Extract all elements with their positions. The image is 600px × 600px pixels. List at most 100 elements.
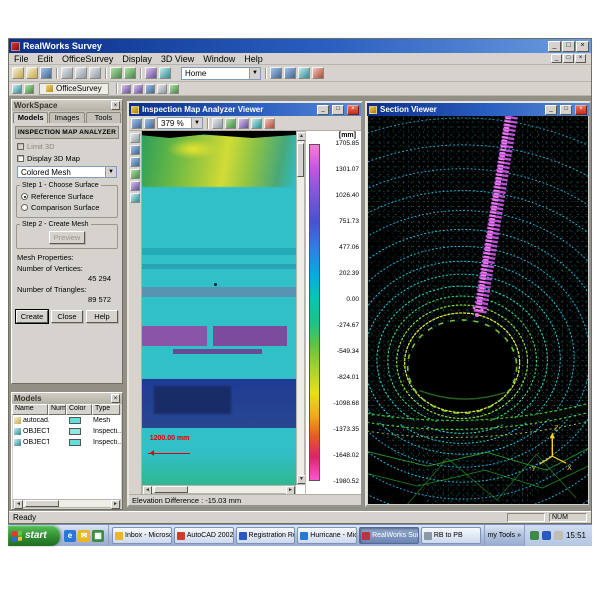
map-viewer-titlebar[interactable]: Inspection Map Analyzer Viewer _ □ × [129, 103, 361, 116]
close-button[interactable]: Close [51, 310, 83, 323]
taskbar-item-inbox[interactable]: Inbox - Microsof... [112, 527, 172, 544]
label-tool-icon[interactable] [130, 181, 140, 191]
models-panel-titlebar[interactable]: Models × [12, 393, 122, 404]
minimize-icon[interactable]: _ [545, 105, 557, 115]
tab-images[interactable]: Images [49, 112, 84, 123]
maximize-icon[interactable]: □ [562, 41, 575, 52]
column-num[interactable]: Num... [48, 404, 66, 415]
menu-help[interactable]: Help [244, 54, 263, 64]
home-combo[interactable]: Home ▼ [181, 67, 261, 80]
taskbar-item-hurricane[interactable]: Hurricane - Micro... [297, 527, 357, 544]
internet-explorer-icon[interactable]: e [64, 530, 76, 542]
pan-tool-icon[interactable] [130, 145, 140, 155]
select-tool-icon[interactable] [130, 133, 140, 143]
open-icon[interactable] [26, 67, 38, 79]
maximize-icon[interactable]: □ [332, 105, 344, 115]
undo-icon[interactable] [110, 67, 122, 79]
close-icon[interactable]: × [347, 105, 359, 115]
vertical-scrollbar[interactable]: ▲ ▼ [296, 131, 305, 485]
save-icon[interactable] [40, 67, 52, 79]
chevron-down-icon[interactable]: ▼ [105, 167, 116, 177]
create-button[interactable]: Create [16, 310, 48, 323]
start-button[interactable]: start [8, 525, 60, 546]
close-icon[interactable]: × [576, 41, 589, 52]
tray-icon[interactable] [542, 531, 551, 540]
survey-icon[interactable] [24, 84, 34, 94]
scrollbar-thumb[interactable] [154, 486, 188, 493]
inspection-heatmap[interactable]: 1200.00 mm [142, 131, 296, 485]
scroll-left-icon[interactable]: ◄ [143, 486, 152, 494]
scrollbar-thumb[interactable] [297, 143, 304, 177]
menu-3d-view[interactable]: 3D View [161, 54, 194, 64]
pan-icon[interactable] [298, 67, 310, 79]
chevron-right-icon[interactable]: » [517, 532, 521, 539]
zoom-window-icon[interactable] [144, 118, 155, 129]
zoom-combo[interactable]: 379 % ▼ [157, 117, 203, 129]
table-row[interactable]: OBJECT... Inspecti... [13, 426, 121, 437]
paste-icon[interactable] [89, 67, 101, 79]
table-row[interactable]: autocad... Mesh [13, 415, 121, 426]
comparison-surface-radio[interactable]: Comparison Surface [21, 203, 113, 212]
print-icon[interactable] [264, 118, 275, 129]
desk-band-my-tools[interactable]: my Tools » [484, 525, 524, 546]
horizontal-scrollbar[interactable]: ◄ ► [142, 485, 296, 494]
inspection-tool-icon[interactable] [133, 84, 143, 94]
mdi-close-icon[interactable]: × [575, 54, 586, 63]
zoom-out-icon[interactable] [284, 67, 296, 79]
mdi-minimize-icon[interactable]: _ [551, 54, 562, 63]
copy-icon[interactable] [75, 67, 87, 79]
display-3d-map-checkbox[interactable]: Display 3D Map [17, 154, 117, 163]
chevron-down-icon[interactable]: ▼ [249, 68, 260, 79]
new-icon[interactable] [12, 67, 24, 79]
close-icon[interactable]: × [111, 394, 120, 403]
tray-icon[interactable] [554, 531, 563, 540]
tray-icon[interactable] [530, 531, 539, 540]
maximize-icon[interactable]: □ [560, 105, 572, 115]
scroll-left-icon[interactable]: ◄ [14, 500, 23, 509]
column-color[interactable]: Color [66, 404, 92, 415]
menu-display[interactable]: Display [122, 54, 152, 64]
probe-tool-icon[interactable] [130, 169, 140, 179]
scale-tool-icon[interactable] [130, 193, 140, 203]
taskbar-item-rb-to-pb[interactable]: RB to PB [421, 527, 481, 544]
scroll-right-icon[interactable]: ► [286, 486, 295, 494]
tab-tools[interactable]: Tools [86, 112, 121, 123]
minimize-icon[interactable]: _ [548, 41, 561, 52]
zoom-in-icon[interactable] [270, 67, 282, 79]
officesurvey-tab[interactable]: OfficeSurvey [39, 83, 109, 95]
target-icon[interactable] [312, 67, 324, 79]
annotate-icon[interactable] [238, 118, 249, 129]
close-icon[interactable]: × [111, 101, 120, 110]
outlook-icon[interactable]: ✉ [78, 530, 90, 542]
help-button[interactable]: Help [86, 310, 118, 323]
taskbar-item-autocad[interactable]: AutoCAD 2002 [174, 527, 234, 544]
tab-models[interactable]: Models [13, 112, 48, 123]
cut-icon[interactable] [61, 67, 73, 79]
minimize-icon[interactable]: _ [317, 105, 329, 115]
taskbar-item-registration[interactable]: Registration Rep... [236, 527, 296, 544]
scrollbar-thumb[interactable] [25, 500, 59, 507]
limit-3d-checkbox[interactable]: Limit 3D [17, 142, 117, 151]
preview-button[interactable]: Preview [49, 231, 86, 244]
menu-file[interactable]: File [14, 54, 29, 64]
mesh-tool-icon[interactable] [121, 84, 131, 94]
module-icon[interactable] [12, 84, 22, 94]
column-name[interactable]: Name [12, 404, 48, 415]
zoom-extents-icon[interactable] [131, 118, 142, 129]
taskbar-item-realworks[interactable]: RealWorks Survey [359, 527, 419, 544]
report-tool-icon[interactable] [157, 84, 167, 94]
palette-icon[interactable] [251, 118, 262, 129]
view-icon[interactable] [159, 67, 171, 79]
measure-icon[interactable] [225, 118, 236, 129]
properties-icon[interactable] [145, 67, 157, 79]
profile-tool-icon[interactable] [145, 84, 155, 94]
mesh-type-combo[interactable]: Colored Mesh ▼ [17, 166, 117, 178]
column-type[interactable]: Type [92, 404, 120, 415]
show-desktop-icon[interactable]: ▦ [92, 530, 104, 542]
grid-icon[interactable] [212, 118, 223, 129]
table-row[interactable]: OBJECT... Inspecti... [13, 437, 121, 448]
horizontal-scrollbar[interactable]: ◄ ► [13, 499, 121, 508]
redo-icon[interactable] [124, 67, 136, 79]
close-icon[interactable]: × [575, 105, 587, 115]
menu-edit[interactable]: Edit [38, 54, 54, 64]
